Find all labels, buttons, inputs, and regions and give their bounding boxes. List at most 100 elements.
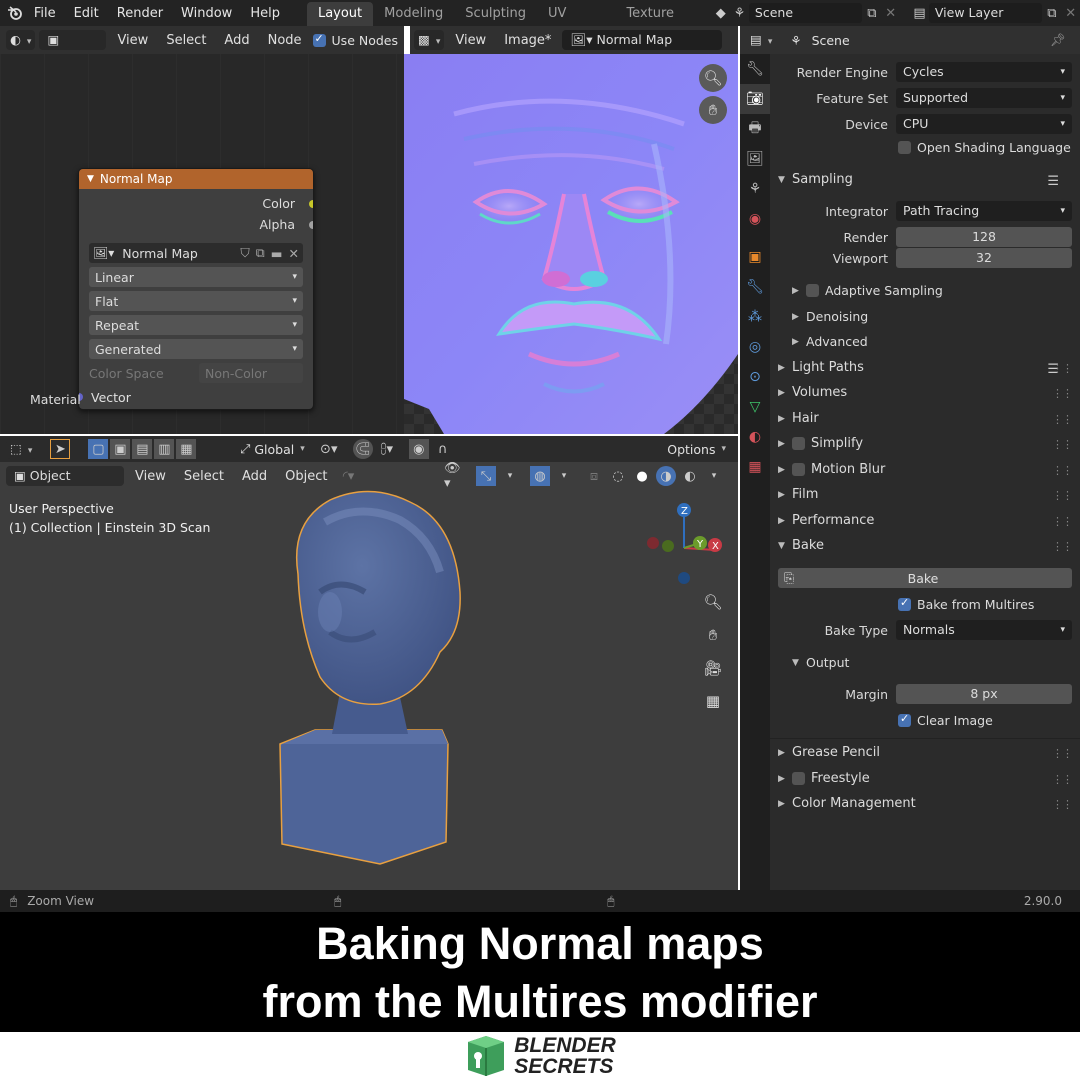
menu-file[interactable]: File	[25, 6, 65, 21]
volumes-panel-header[interactable]: ▶ Volumes	[778, 385, 847, 400]
node-header[interactable]: ▼ Normal Map	[79, 169, 313, 189]
menu-help[interactable]: Help	[241, 6, 289, 21]
unlink-icon[interactable]: ✕	[289, 246, 299, 261]
drag-grip-icon[interactable]: ⋮⋮	[1052, 464, 1073, 477]
drag-grip-icon[interactable]: ⋮⋮	[1052, 515, 1073, 528]
drag-grip-icon[interactable]: ⋮⋮	[1052, 413, 1073, 426]
drag-grip-icon[interactable]: ⋮⋮	[1052, 387, 1073, 400]
image-editor-type-dropdown[interactable]: ▩ ▾	[414, 30, 445, 50]
image-menu-view[interactable]: View	[448, 33, 493, 48]
interpolation-dropdown[interactable]: Linear ▾	[89, 267, 303, 287]
menu-render[interactable]: Render	[108, 6, 172, 21]
film-panel-header[interactable]: ▶ Film	[778, 487, 818, 502]
image-browse-field[interactable]: 🖼▾ Normal Map	[562, 30, 723, 50]
overlays-dropdown-icon[interactable]: ▾	[554, 466, 574, 486]
3d-viewport[interactable]: User Perspective (1) Collection | Einste…	[0, 490, 738, 890]
tab-texture-paint[interactable]: Texture Paint	[615, 2, 707, 45]
camera-icon[interactable]: 🎥︎	[699, 654, 727, 682]
zoom-icon[interactable]: 🔍︎	[699, 64, 727, 92]
data-tab-icon[interactable]: ▽	[740, 392, 770, 422]
viewport-editor-type[interactable]: ⬚ ▾	[6, 439, 37, 459]
integrator-dropdown[interactable]: Path Tracing ▾	[896, 201, 1072, 221]
view-layer-tab-icon[interactable]: 🖼︎	[740, 144, 770, 174]
shading-wireframe-icon[interactable]: ◌	[608, 466, 628, 486]
use-nodes-checkbox[interactable]	[312, 32, 326, 47]
node-menu-add[interactable]: Add	[217, 33, 256, 48]
tab-modeling[interactable]: Modeling	[373, 2, 454, 26]
transform-orientation-dropdown[interactable]: ⤢ Global ▾	[240, 441, 304, 457]
copy-scene-icon[interactable]: ⧉	[862, 3, 881, 23]
tab-uv-editing[interactable]: UV Editing	[537, 2, 615, 45]
menu-window[interactable]: Window	[172, 6, 241, 21]
particles-tab-icon[interactable]: ⁂	[740, 302, 770, 332]
performance-panel-header[interactable]: ▶ Performance	[778, 513, 874, 528]
shader-type-dropdown[interactable]: ▣ Object▾	[39, 30, 107, 85]
render-tab-icon[interactable]: 📷︎	[740, 84, 770, 114]
copy-view-layer-icon[interactable]: ⧉	[1042, 3, 1061, 23]
adaptive-sampling-checkbox[interactable]	[806, 284, 819, 297]
clear-image-toggle[interactable]: Clear Image	[898, 712, 993, 728]
pivot-icon[interactable]: ⊙▾	[319, 439, 339, 459]
shield-icon[interactable]: ⛉	[240, 245, 249, 261]
grid-view-icon[interactable]: ▦	[699, 687, 727, 715]
device-dropdown[interactable]: CPU ▾	[896, 114, 1072, 134]
bake-panel-header[interactable]: ▼ Bake	[778, 538, 824, 553]
select-tool-icon[interactable]: ➤	[50, 439, 71, 459]
drag-grip-icon[interactable]: ⋮⋮	[1052, 489, 1073, 502]
adaptive-sampling-header[interactable]: ▶ Adaptive Sampling	[792, 283, 943, 298]
projection-dropdown[interactable]: Flat ▾	[89, 291, 303, 311]
select-invert-icon[interactable]: ▥	[154, 439, 175, 459]
bake-type-dropdown[interactable]: Normals ▾	[896, 620, 1072, 640]
simplify-checkbox[interactable]	[792, 437, 805, 450]
osl-checkbox[interactable]	[898, 141, 911, 154]
select-new-icon[interactable]: ▢	[88, 439, 109, 459]
folder-icon[interactable]: ▬	[271, 246, 283, 261]
mode-dropdown[interactable]: ▣ Object Mode▾	[6, 466, 124, 503]
freestyle-panel-header[interactable]: ▶ Freestyle	[778, 771, 870, 786]
navigation-gizmo[interactable]: Z Y X	[640, 498, 730, 588]
xray-icon[interactable]: ⧈	[584, 466, 604, 486]
scene-tab-icon[interactable]: ⚘	[740, 174, 770, 204]
drag-grip-icon[interactable]: ⋮⋮	[1052, 773, 1073, 786]
image-menu-image[interactable]: Image*	[497, 33, 558, 48]
scene-selector[interactable]: Scene	[748, 3, 863, 23]
menu-edit[interactable]: Edit	[65, 6, 108, 21]
image-icon[interactable]: 🖼▾	[93, 246, 114, 260]
sampling-expand-icon[interactable]: ▼	[778, 175, 792, 185]
close-view-layer-icon[interactable]: ✕	[1061, 3, 1080, 23]
world-tab-icon[interactable]: ◉	[740, 204, 770, 234]
hand-pan-icon[interactable]: ✋︎	[699, 96, 727, 124]
shading-solid-icon[interactable]: ●	[632, 466, 652, 486]
freestyle-checkbox[interactable]	[792, 772, 805, 785]
drag-grip-icon[interactable]: ⋮⋮	[1052, 362, 1073, 375]
simplify-panel-header[interactable]: ▶ Simplify	[778, 436, 863, 451]
snap-icon[interactable]: 🧲︎	[352, 439, 373, 459]
constraints-tab-icon[interactable]: ⊙	[740, 362, 770, 392]
tool-tab-icon[interactable]: 🔧︎	[740, 54, 770, 84]
material-tab-icon[interactable]: ◐	[740, 422, 770, 452]
node-menu-select[interactable]: Select	[159, 33, 213, 48]
output-subpanel-header[interactable]: ▼ Output	[792, 655, 849, 670]
duplicate-icon[interactable]: ⧉	[256, 245, 265, 261]
gizmo-dropdown-icon[interactable]: ▾	[500, 466, 520, 486]
advanced-header[interactable]: ▶ Advanced	[792, 334, 868, 349]
osl-toggle[interactable]: Open Shading Language	[898, 140, 1071, 155]
options-dropdown[interactable]: Options ▾	[667, 442, 726, 457]
alpha-socket[interactable]	[309, 220, 313, 229]
workspace-scroll-icon[interactable]: ◆	[711, 3, 730, 23]
node-menu-view[interactable]: View	[110, 33, 155, 48]
falloff-icon[interactable]: ∩	[433, 439, 453, 459]
output-tab-icon[interactable]: 🖶︎	[740, 114, 770, 144]
viewport-menu-select[interactable]: Select	[177, 469, 231, 484]
texture-tab-icon[interactable]: ▦	[740, 452, 770, 482]
view-layer-selector[interactable]: View Layer	[928, 3, 1043, 23]
normal-map-node[interactable]: ▼ Normal Map Color Alpha 🖼▾ Normal Map ⛉ ⧉ ▬…	[78, 168, 314, 410]
grease-pencil-panel-header[interactable]: ▶ Grease Pencil	[778, 745, 880, 760]
proportional-edit-icon[interactable]: ◉	[408, 439, 429, 459]
drag-grip-icon[interactable]: ⋮⋮	[1052, 540, 1073, 553]
drag-grip-icon[interactable]: ⋮⋮	[1052, 438, 1073, 451]
bake-from-multires-checkbox[interactable]	[898, 596, 911, 611]
margin-field[interactable]: 8 px	[896, 684, 1072, 704]
viewport-menu-view[interactable]: View	[128, 469, 173, 484]
extension-dropdown[interactable]: Repeat ▾	[89, 315, 303, 335]
